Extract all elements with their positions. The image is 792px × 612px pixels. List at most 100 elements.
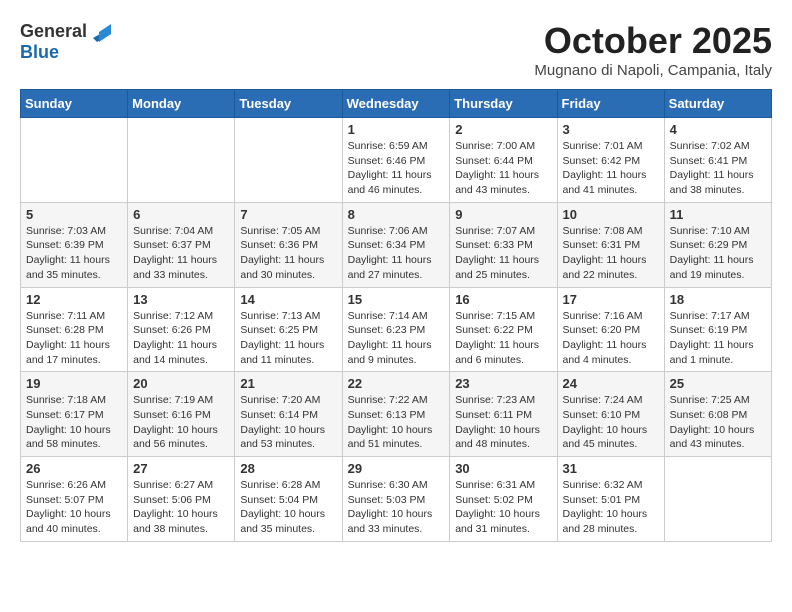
calendar-cell: 12 Sunrise: 7:11 AM Sunset: 6:28 PM Dayli… — [21, 287, 128, 372]
day-number: 1 — [348, 122, 445, 137]
day-info: Sunrise: 7:06 AM Sunset: 6:34 PM Dayligh… — [348, 224, 445, 283]
day-number: 29 — [348, 461, 445, 476]
day-info: Sunrise: 7:07 AM Sunset: 6:33 PM Dayligh… — [455, 224, 551, 283]
day-of-week-saturday: Saturday — [664, 90, 771, 118]
day-number: 10 — [563, 207, 659, 222]
day-number: 24 — [563, 376, 659, 391]
location: Mugnano di Napoli, Campania, Italy — [534, 62, 772, 79]
day-info: Sunrise: 7:15 AM Sunset: 6:22 PM Dayligh… — [455, 309, 551, 368]
day-number: 14 — [240, 292, 336, 307]
day-info: Sunrise: 7:14 AM Sunset: 6:23 PM Dayligh… — [348, 309, 445, 368]
calendar-cell: 29 Sunrise: 6:30 AM Sunset: 5:03 PM Dayli… — [342, 457, 450, 542]
calendar-cell: 14 Sunrise: 7:13 AM Sunset: 6:25 PM Dayli… — [235, 287, 342, 372]
logo-general: General — [20, 21, 87, 42]
day-info: Sunrise: 6:26 AM Sunset: 5:07 PM Dayligh… — [26, 478, 122, 537]
day-number: 30 — [455, 461, 551, 476]
day-info: Sunrise: 7:10 AM Sunset: 6:29 PM Dayligh… — [670, 224, 766, 283]
day-number: 13 — [133, 292, 229, 307]
day-info: Sunrise: 7:13 AM Sunset: 6:25 PM Dayligh… — [240, 309, 336, 368]
day-number: 6 — [133, 207, 229, 222]
day-info: Sunrise: 7:18 AM Sunset: 6:17 PM Dayligh… — [26, 393, 122, 452]
day-info: Sunrise: 7:19 AM Sunset: 6:16 PM Dayligh… — [133, 393, 229, 452]
day-number: 8 — [348, 207, 445, 222]
calendar-cell: 30 Sunrise: 6:31 AM Sunset: 5:02 PM Dayli… — [450, 457, 557, 542]
day-number: 26 — [26, 461, 122, 476]
day-info: Sunrise: 6:30 AM Sunset: 5:03 PM Dayligh… — [348, 478, 445, 537]
day-of-week-tuesday: Tuesday — [235, 90, 342, 118]
day-number: 25 — [670, 376, 766, 391]
calendar-cell: 24 Sunrise: 7:24 AM Sunset: 6:10 PM Dayli… — [557, 372, 664, 457]
calendar-cell: 4Sunrise: 7:02 AM Sunset: 6:41 PM Daylig… — [664, 118, 771, 203]
day-info: Sunrise: 7:12 AM Sunset: 6:26 PM Dayligh… — [133, 309, 229, 368]
day-info: Sunrise: 6:31 AM Sunset: 5:02 PM Dayligh… — [455, 478, 551, 537]
calendar-cell: 23Sunrise: 7:23 AM Sunset: 6:11 PM Dayli… — [450, 372, 557, 457]
day-number: 16 — [455, 292, 551, 307]
day-number: 2 — [455, 122, 551, 137]
day-number: 11 — [670, 207, 766, 222]
calendar-cell: 20 Sunrise: 7:19 AM Sunset: 6:16 PM Dayli… — [128, 372, 235, 457]
calendar-cell: 16 Sunrise: 7:15 AM Sunset: 6:22 PM Dayli… — [450, 287, 557, 372]
calendar-cell: 6Sunrise: 7:04 AM Sunset: 6:37 PM Daylig… — [128, 202, 235, 287]
calendar-header: SundayMondayTuesdayWednesdayThursdayFrid… — [21, 90, 772, 118]
calendar-cell: 10Sunrise: 7:08 AM Sunset: 6:31 PM Dayli… — [557, 202, 664, 287]
day-info: Sunrise: 7:00 AM Sunset: 6:44 PM Dayligh… — [455, 139, 551, 198]
day-info: Sunrise: 6:27 AM Sunset: 5:06 PM Dayligh… — [133, 478, 229, 537]
calendar-cell: 26 Sunrise: 6:26 AM Sunset: 5:07 PM Dayli… — [21, 457, 128, 542]
calendar-cell: 17 Sunrise: 7:16 AM Sunset: 6:20 PM Dayli… — [557, 287, 664, 372]
day-number: 3 — [563, 122, 659, 137]
day-info: Sunrise: 7:20 AM Sunset: 6:14 PM Dayligh… — [240, 393, 336, 452]
calendar-week-2: 5 Sunrise: 7:03 AM Sunset: 6:39 PM Daylig… — [21, 202, 772, 287]
title-section: October 2025 Mugnano di Napoli, Campania… — [534, 20, 772, 79]
calendar-cell: 7Sunrise: 7:05 AM Sunset: 6:36 PM Daylig… — [235, 202, 342, 287]
day-number: 5 — [26, 207, 122, 222]
days-header-row: SundayMondayTuesdayWednesdayThursdayFrid… — [21, 90, 772, 118]
day-number: 20 — [133, 376, 229, 391]
day-info: Sunrise: 7:02 AM Sunset: 6:41 PM Dayligh… — [670, 139, 766, 198]
calendar-week-3: 12 Sunrise: 7:11 AM Sunset: 6:28 PM Dayli… — [21, 287, 772, 372]
day-number: 17 — [563, 292, 659, 307]
calendar-cell: 1 Sunrise: 6:59 AM Sunset: 6:46 PM Daylig… — [342, 118, 450, 203]
calendar-cell: 5 Sunrise: 7:03 AM Sunset: 6:39 PM Daylig… — [21, 202, 128, 287]
day-number: 27 — [133, 461, 229, 476]
calendar-week-4: 19 Sunrise: 7:18 AM Sunset: 6:17 PM Dayli… — [21, 372, 772, 457]
logo: General Blue — [20, 20, 111, 63]
calendar-cell: 27 Sunrise: 6:27 AM Sunset: 5:06 PM Dayli… — [128, 457, 235, 542]
day-info: Sunrise: 6:28 AM Sunset: 5:04 PM Dayligh… — [240, 478, 336, 537]
day-of-week-friday: Friday — [557, 90, 664, 118]
calendar-cell: 11 Sunrise: 7:10 AM Sunset: 6:29 PM Dayli… — [664, 202, 771, 287]
calendar-cell: 15 Sunrise: 7:14 AM Sunset: 6:23 PM Dayli… — [342, 287, 450, 372]
calendar-cell — [664, 457, 771, 542]
calendar-cell: 31Sunrise: 6:32 AM Sunset: 5:01 PM Dayli… — [557, 457, 664, 542]
day-of-week-monday: Monday — [128, 90, 235, 118]
day-info: Sunrise: 7:22 AM Sunset: 6:13 PM Dayligh… — [348, 393, 445, 452]
day-info: Sunrise: 7:11 AM Sunset: 6:28 PM Dayligh… — [26, 309, 122, 368]
calendar-week-1: 1 Sunrise: 6:59 AM Sunset: 6:46 PM Daylig… — [21, 118, 772, 203]
calendar-cell: 28Sunrise: 6:28 AM Sunset: 5:04 PM Dayli… — [235, 457, 342, 542]
calendar-cell — [128, 118, 235, 203]
month-title: October 2025 — [534, 20, 772, 62]
day-number: 19 — [26, 376, 122, 391]
day-info: Sunrise: 6:32 AM Sunset: 5:01 PM Dayligh… — [563, 478, 659, 537]
day-info: Sunrise: 7:25 AM Sunset: 6:08 PM Dayligh… — [670, 393, 766, 452]
logo-blue: Blue — [20, 42, 111, 63]
day-number: 21 — [240, 376, 336, 391]
day-info: Sunrise: 7:24 AM Sunset: 6:10 PM Dayligh… — [563, 393, 659, 452]
day-number: 22 — [348, 376, 445, 391]
day-number: 15 — [348, 292, 445, 307]
day-info: Sunrise: 7:23 AM Sunset: 6:11 PM Dayligh… — [455, 393, 551, 452]
day-info: Sunrise: 7:16 AM Sunset: 6:20 PM Dayligh… — [563, 309, 659, 368]
calendar-cell: 21 Sunrise: 7:20 AM Sunset: 6:14 PM Dayli… — [235, 372, 342, 457]
day-number: 9 — [455, 207, 551, 222]
page-header: General Blue October 2025 Mugnano di Nap… — [20, 20, 772, 79]
day-of-week-sunday: Sunday — [21, 90, 128, 118]
calendar-week-5: 26 Sunrise: 6:26 AM Sunset: 5:07 PM Dayli… — [21, 457, 772, 542]
day-info: Sunrise: 6:59 AM Sunset: 6:46 PM Dayligh… — [348, 139, 445, 198]
day-number: 7 — [240, 207, 336, 222]
calendar-cell: 25 Sunrise: 7:25 AM Sunset: 6:08 PM Dayli… — [664, 372, 771, 457]
calendar-cell: 8 Sunrise: 7:06 AM Sunset: 6:34 PM Daylig… — [342, 202, 450, 287]
calendar-cell: 13 Sunrise: 7:12 AM Sunset: 6:26 PM Dayli… — [128, 287, 235, 372]
day-info: Sunrise: 7:03 AM Sunset: 6:39 PM Dayligh… — [26, 224, 122, 283]
logo-icon — [89, 20, 111, 42]
calendar-cell: 18Sunrise: 7:17 AM Sunset: 6:19 PM Dayli… — [664, 287, 771, 372]
day-number: 12 — [26, 292, 122, 307]
